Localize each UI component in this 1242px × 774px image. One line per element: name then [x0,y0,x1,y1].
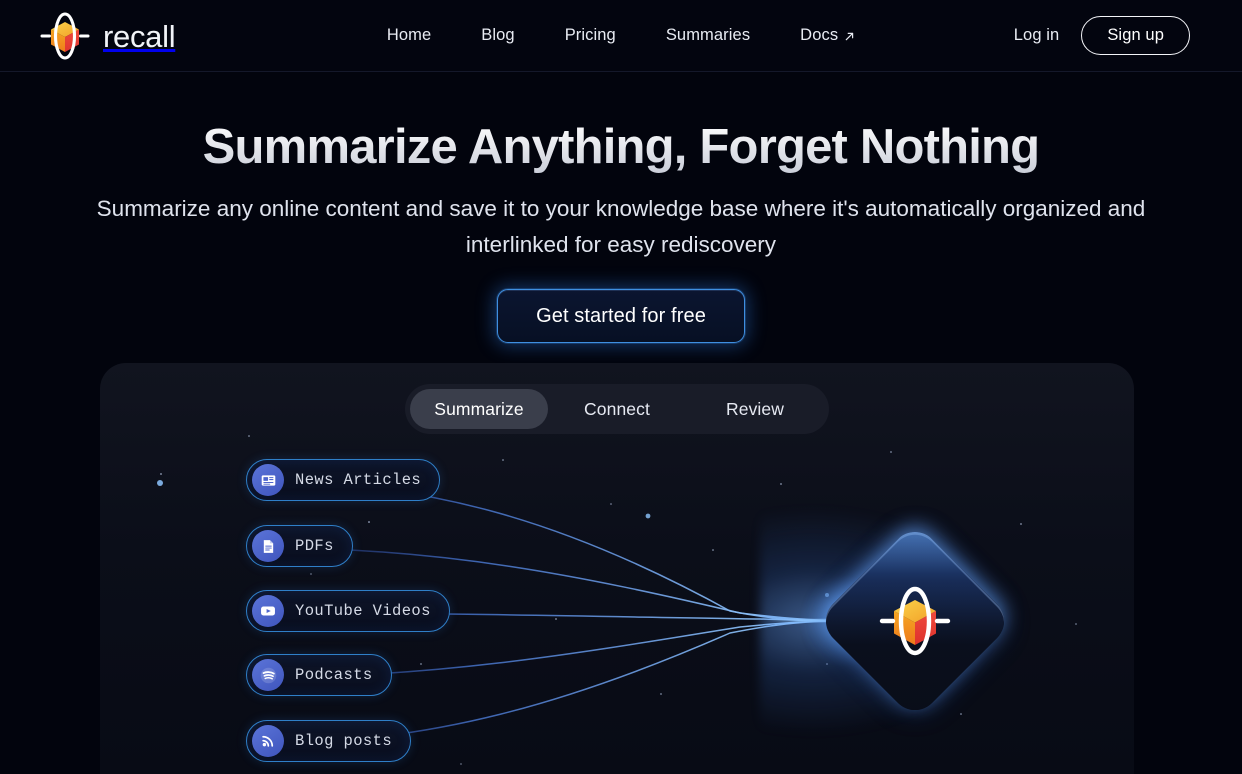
page-title: Summarize Anything, Forget Nothing [0,120,1242,175]
source-chip-youtube-videos[interactable]: YouTube Videos [246,590,450,632]
rss-feed-icon [252,725,284,757]
site-header: recall Home Blog Pricing Summaries Docs [0,0,1242,72]
demo-card: Summarize Connect Review News Articles P… [100,363,1134,774]
source-chip-pdfs[interactable]: PDFs [246,525,353,567]
get-started-button[interactable]: Get started for free [497,288,745,343]
newspaper-icon [252,464,284,496]
knowledge-hub-diamond [760,506,1014,736]
recall-diamond-logo-icon [871,577,959,665]
login-link[interactable]: Log in [1014,26,1060,45]
document-icon [252,530,284,562]
nav-label: Summaries [665,26,751,45]
nav-label: Docs [800,26,839,45]
spotify-waves-icon [252,659,284,691]
nav-label: Pricing [564,26,616,45]
nav-item-summaries[interactable]: Summaries [641,27,775,44]
nav-label: Blog [481,26,515,45]
youtube-play-icon [252,595,284,627]
nav-item-pricing[interactable]: Pricing [540,27,641,44]
hero-section: Summarize Anything, Forget Nothing Summa… [0,72,1242,343]
auth-actions: Log in Sign up [1014,0,1190,71]
nav-item-blog[interactable]: Blog [456,27,539,44]
source-chip-label: Podcasts [295,666,373,684]
source-chip-label: PDFs [295,537,334,555]
tab-summarize[interactable]: Summarize [410,389,548,429]
tab-review[interactable]: Review [686,389,824,429]
page-root: recall Home Blog Pricing Summaries Docs [0,0,1242,774]
source-chip-label: Blog posts [295,732,393,750]
nav-label: Home [386,26,432,45]
cta-container: Get started for free [0,288,1242,343]
source-chip-news-articles[interactable]: News Articles [246,459,441,501]
brand-logo-link[interactable]: recall [36,7,176,65]
recall-cube-orbit-logo-icon [36,7,94,65]
external-link-icon [844,29,855,41]
hero-subtitle: Summarize any online content and save it… [96,195,1146,257]
source-chip-podcasts[interactable]: Podcasts [246,654,392,696]
source-chip-blog-posts[interactable]: Blog posts [246,720,412,762]
source-chip-label: YouTube Videos [295,602,431,620]
tab-connect[interactable]: Connect [548,389,686,429]
brand-name: recall [103,18,176,54]
source-chip-label: News Articles [295,471,422,489]
signup-button[interactable]: Sign up [1081,16,1190,55]
nav-item-docs[interactable]: Docs [775,27,880,44]
nav-item-home[interactable]: Home [362,27,456,44]
demo-tabs: Summarize Connect Review [405,384,829,434]
